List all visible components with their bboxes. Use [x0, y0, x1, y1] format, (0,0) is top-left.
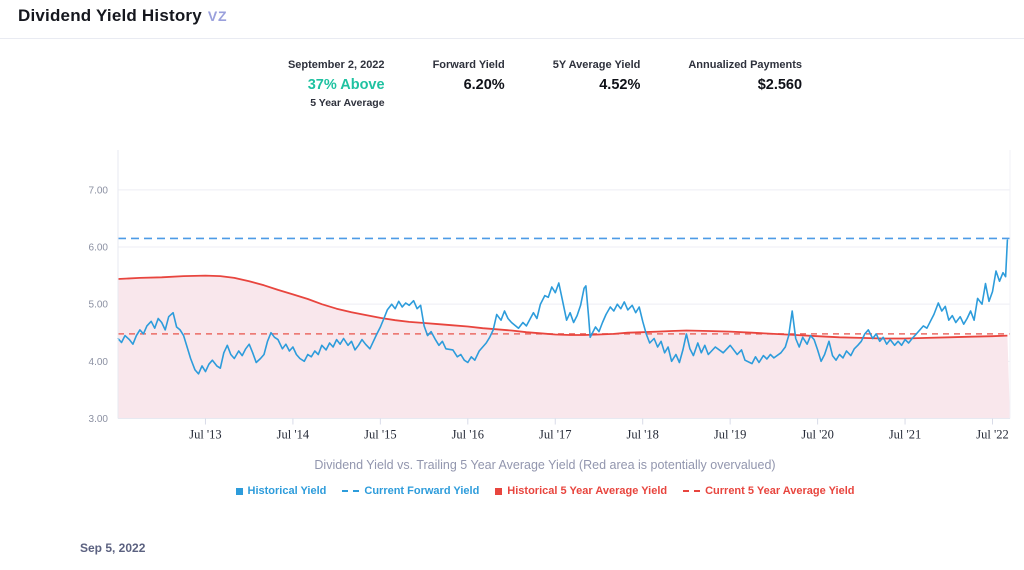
legend-label: Historical 5 Year Average Yield [507, 485, 668, 497]
svg-text:Jul '15: Jul '15 [364, 428, 396, 442]
header-divider [0, 38, 1024, 39]
svg-text:Jul '18: Jul '18 [626, 428, 658, 442]
stat-forward-yield: Forward Yield 6.20% [433, 58, 505, 110]
dividend-yield-chart[interactable]: 7.00 6.00 5.00 4.00 3.00 Jul '13 Jul '14 Jul '1… [0, 150, 1024, 450]
legend-item-historical-5y-average-yield: Historical 5 Year Average Yield [495, 485, 667, 497]
dashed-line-marker-icon [342, 490, 360, 492]
forward-yield-label: Forward Yield [432, 59, 505, 71]
as-of-date: September 2, 2022 [287, 59, 385, 71]
square-marker-icon [235, 487, 243, 495]
svg-text:Jul '13: Jul '13 [189, 428, 221, 442]
annualized-payments-value: $2.560 [757, 77, 803, 93]
svg-text:Jul '16: Jul '16 [452, 428, 484, 442]
svg-text:Jul '14: Jul '14 [277, 428, 310, 442]
stat-premium-block: September 2, 2022 37% Above 5 Year Avera… [288, 58, 385, 110]
ticker-symbol: VZ [207, 8, 228, 24]
svg-text:Jul '21: Jul '21 [889, 428, 921, 442]
stat-5y-average-yield: 5Y Average Yield 4.52% [553, 58, 641, 110]
svg-text:Jul '22: Jul '22 [976, 428, 1008, 442]
premium-vs-average: 37% Above [307, 77, 385, 93]
square-marker-icon [495, 487, 503, 495]
dashed-line-marker-icon [683, 490, 701, 492]
svg-text:3.00: 3.00 [89, 414, 109, 425]
svg-text:4.00: 4.00 [89, 357, 109, 368]
premium-sub-label: 5 Year Average [310, 97, 385, 109]
annualized-payments-label: Annualized Payments [688, 59, 803, 71]
forward-yield-value: 6.20% [463, 77, 505, 93]
5y-average-yield-value: 4.52% [599, 77, 641, 93]
stats-row: September 2, 2022 37% Above 5 Year Avera… [33, 58, 1024, 110]
legend-label: Current Forward Yield [364, 485, 480, 497]
legend-item-current-5y-average-yield: Current 5 Year Average Yield [683, 485, 855, 497]
svg-text:6.00: 6.00 [89, 242, 109, 253]
svg-text:Jul '17: Jul '17 [539, 428, 571, 442]
chart-legend: Historical Yield Current Forward Yield H… [33, 485, 1024, 497]
svg-text:Jul '20: Jul '20 [801, 428, 833, 442]
5y-average-yield-label: 5Y Average Yield [552, 59, 641, 71]
header: Dividend Yield History VZ [18, 6, 227, 26]
report-date: Sep 5, 2022 [80, 541, 146, 555]
svg-text:5.00: 5.00 [89, 300, 109, 311]
svg-text:7.00: 7.00 [89, 185, 109, 196]
legend-item-current-forward-yield: Current Forward Yield [342, 485, 479, 497]
svg-text:Jul '19: Jul '19 [714, 428, 746, 442]
page-title: Dividend Yield History [18, 6, 202, 25]
dividend-yield-history-widget: Dividend Yield History VZ September 2, 20… [0, 0, 1024, 570]
yield-chart-svg[interactable]: 7.00 6.00 5.00 4.00 3.00 Jul '13 Jul '14 Jul '1… [0, 150, 1024, 450]
legend-label: Historical Yield [247, 485, 327, 497]
legend-item-historical-yield: Historical Yield [235, 485, 327, 497]
chart-caption: Dividend Yield vs. Trailing 5 Year Avera… [314, 458, 776, 472]
stat-annualized-payments: Annualized Payments $2.560 [688, 58, 802, 110]
legend-label: Current 5 Year Average Yield [705, 485, 855, 497]
